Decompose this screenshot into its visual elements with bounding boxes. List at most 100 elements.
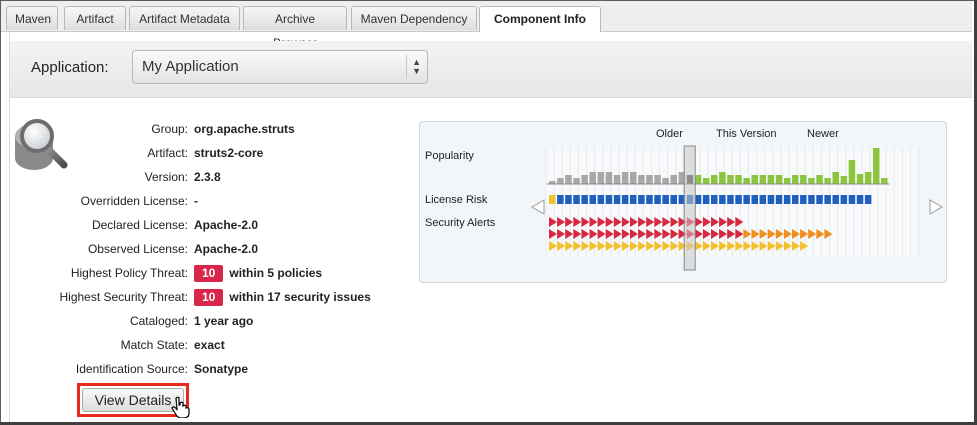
license-square [864,195,872,204]
popularity-bar [630,172,637,184]
scroll-right-arrow-icon [929,199,943,215]
popularity-bar [881,178,888,184]
license-square [621,195,629,204]
license-square [694,195,702,204]
select-arrows-icon: ▲ ▼ [412,57,421,76]
detail-value: 10 within 5 policies [194,264,322,282]
view-details-button[interactable]: View Details [82,388,184,412]
application-select[interactable]: My Application ▲ ▼ [132,50,428,84]
license-square [767,195,775,204]
license-square [783,195,791,204]
popularity-bar [808,178,815,184]
license-square [719,195,726,204]
popularity-bar [654,175,661,184]
license-square [751,195,758,204]
application-select-value: My Application [142,58,239,75]
detail-row-security-threat: Highest Security Threat: 10 within 17 sec… [0,288,977,306]
license-square [630,195,637,204]
popularity-bar [759,175,767,184]
detail-value: Sonatype [194,362,249,376]
popularity-bar [694,175,702,184]
popularity-bar [775,175,783,184]
detail-key: Group: [151,122,188,136]
detail-key: Version: [144,170,188,184]
popularity-bar [581,175,588,184]
license-square [848,195,856,204]
tab-bar: Maven Artifact Artifact Metadata Archive… [1,1,972,50]
license-square [654,195,661,204]
tab-maven-dependency[interactable]: Maven Dependency [351,6,477,30]
license-square [573,195,580,204]
detail-key: Match State: [120,338,188,352]
popularity-bar [670,175,677,184]
detail-value: 1 year ago [194,314,254,328]
license-square [581,195,588,204]
tab-maven[interactable]: Maven [6,6,58,30]
popularity-bar [597,172,605,184]
popularity-bar [816,175,823,184]
license-square [549,195,556,204]
detail-value: 10 within 17 security issues [194,288,371,306]
tab-archive-browser[interactable]: Archive Browser [243,6,347,50]
license-square [856,195,864,204]
popularity-bar [792,175,799,184]
license-square [792,195,799,204]
header-newer: Newer [807,128,839,140]
detail-value: Apache-2.0 [194,218,259,232]
header-this-version: This Version [716,128,777,140]
tab-artifact[interactable]: Artifact [64,6,126,30]
popularity-bar [856,174,864,184]
detail-key: Artifact: [147,146,188,160]
popularity-bar [727,175,734,184]
row-label-popularity: Popularity [425,150,474,162]
detail-value: org.apache.struts [194,122,295,136]
popularity-bar [638,175,645,184]
version-chart [531,145,943,271]
detail-value: - [194,194,198,208]
popularity-bar [621,172,629,184]
hand-cursor-icon [171,396,190,418]
popularity-bar [800,175,807,184]
popularity-bar [711,175,718,184]
popularity-bar [662,178,669,184]
tab-component-info[interactable]: Component Info [479,6,601,32]
popularity-bar [840,176,848,184]
license-square [589,195,596,204]
tab-artifact-metadata[interactable]: Artifact Metadata [129,6,240,30]
license-square [840,195,848,204]
license-square [670,195,677,204]
version-chart-panel: Older This Version Newer Popularity Lice… [419,121,947,283]
popularity-bar [735,175,742,184]
license-square [759,195,767,204]
license-square [638,195,645,204]
detail-key: Declared License: [91,218,188,232]
threat-text: within 5 policies [229,266,323,280]
popularity-bar [719,172,726,184]
detail-key: Overridden License: [80,194,188,208]
row-label-license-risk: License Risk [425,194,488,206]
header-older: Older [656,128,683,140]
license-square [800,195,807,204]
detail-key: Observed License: [87,242,188,256]
license-square [775,195,783,204]
license-square [613,195,621,204]
threat-badge: 10 [194,265,224,282]
popularity-bar [848,160,856,184]
scroll-left-arrow-icon [531,199,545,215]
detail-value: struts2-core [194,146,264,160]
license-square [565,195,572,204]
popularity-bar [573,178,580,184]
detail-value: 2.3.8 [194,170,221,184]
detail-key: Highest Security Threat: [59,290,188,304]
application-label: Application: [31,59,109,76]
popularity-bar [565,175,572,184]
detail-value: Apache-2.0 [194,242,259,256]
detail-value: exact [194,338,225,352]
license-square [597,195,605,204]
license-square [605,195,613,204]
detail-row-identification-source: Identification Source: Sonatype [0,360,977,378]
license-square [711,195,718,204]
popularity-bar [646,175,653,184]
popularity-bar [864,172,872,184]
license-square [727,195,734,204]
